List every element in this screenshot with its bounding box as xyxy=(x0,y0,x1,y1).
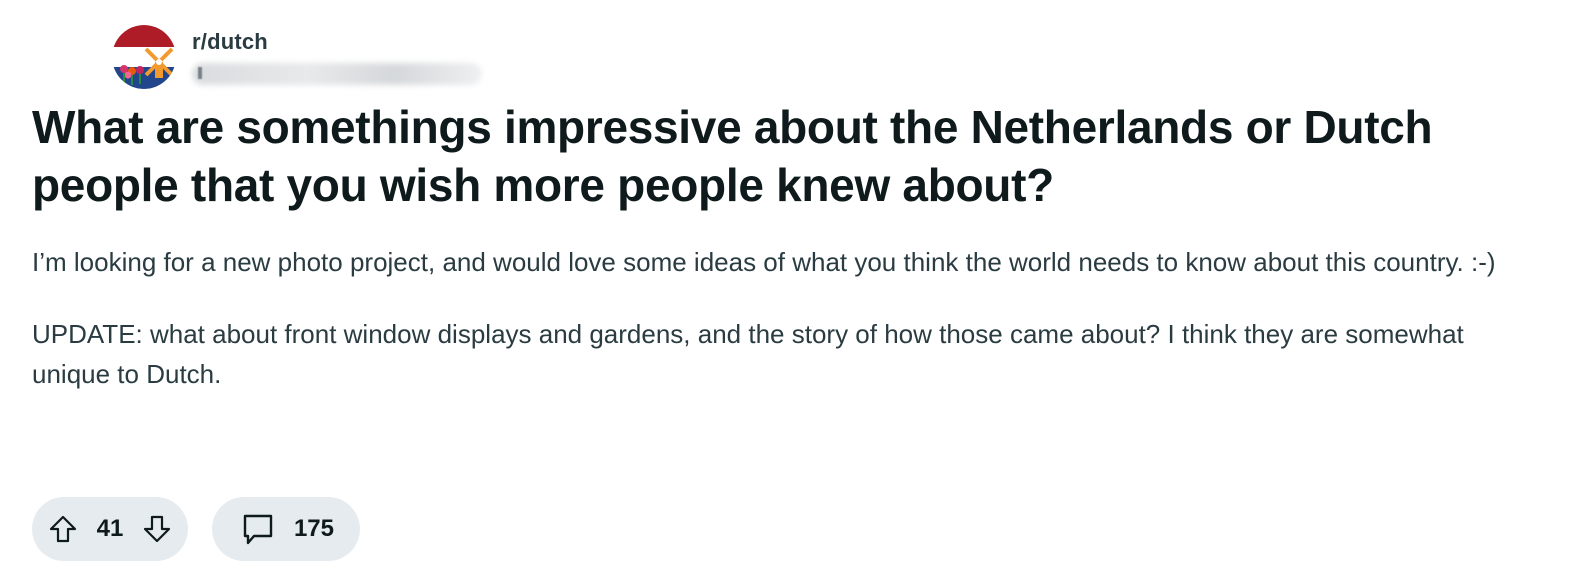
subreddit-link[interactable]: r/dutch xyxy=(192,29,268,55)
vote-control: 41 xyxy=(32,497,188,561)
redacted-author xyxy=(192,63,482,85)
comment-count: 175 xyxy=(293,515,334,542)
speech-bubble-icon xyxy=(243,514,273,545)
redacted-author-mark xyxy=(198,67,202,79)
downvote-button[interactable] xyxy=(140,512,174,546)
post-header: r/dutch xyxy=(112,25,482,91)
post-card: r/dutch What are somethings impressive a… xyxy=(0,0,1570,586)
post-actions: 41 175 xyxy=(32,497,360,561)
vote-score: 41 xyxy=(96,515,124,542)
upvote-button[interactable] xyxy=(46,512,80,546)
post-body-paragraph: I’m looking for a new photo project, and… xyxy=(32,247,1496,277)
subreddit-avatar[interactable] xyxy=(112,25,176,89)
post-header-text: r/dutch xyxy=(192,29,482,85)
post-body: I’m looking for a new photo project, and… xyxy=(32,242,1537,426)
arrow-down-icon xyxy=(143,515,171,543)
post-body-paragraph: UPDATE: what about front window displays… xyxy=(32,319,1464,389)
post-title: What are somethings impressive about the… xyxy=(32,101,1433,211)
tulips-icon xyxy=(120,65,144,85)
comments-button[interactable]: 175 xyxy=(212,497,360,561)
arrow-up-icon xyxy=(49,515,77,543)
